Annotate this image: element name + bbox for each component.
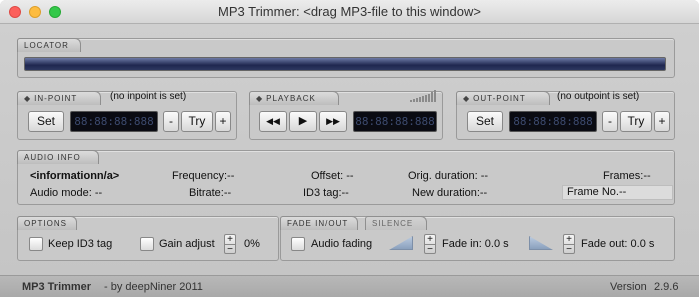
fade-out-label: Fade out: 0.0 s: [581, 238, 655, 250]
info-value: <informationn/a>: [30, 170, 120, 182]
in-point-panel: ◆ IN-POINT (no inpoint is set) Set 88:88:…: [17, 91, 237, 140]
silence-tab[interactable]: SILENCE: [365, 216, 427, 230]
keep-id3-label: Keep ID3 tag: [48, 238, 113, 250]
playback-panel: ◆ PLAYBACK ◀◀ ▶ ▶▶ 88:88:88:888: [249, 90, 443, 140]
fade-panel: FADE IN/OUT SILENCE Audio fading + − Fad…: [280, 216, 675, 261]
audio-info-panel: AUDIO INFO <informationn/a> Audio mode: …: [17, 150, 675, 205]
stepper-minus[interactable]: −: [564, 244, 574, 255]
frequency-label: Frequency:--: [172, 170, 235, 182]
offset-label: Offset: --: [311, 170, 354, 182]
frame-no-field[interactable]: Frame No.--: [562, 185, 673, 200]
fade-out-stepper[interactable]: + −: [563, 234, 575, 255]
locator-tab: LOCATOR: [17, 38, 81, 52]
bitrate-label: Bitrate:--: [189, 187, 232, 199]
out-point-plus-button[interactable]: +: [654, 111, 670, 132]
stepper-plus[interactable]: +: [564, 235, 574, 245]
audio-mode-label: Audio mode: --: [30, 187, 103, 199]
orig-duration-label: Orig. duration: --: [408, 170, 489, 182]
volume-bars-icon: [410, 90, 438, 102]
out-point-try-button[interactable]: Try: [620, 111, 652, 132]
diamond-icon: ◆: [463, 94, 471, 103]
keep-id3-checkbox[interactable]: [29, 237, 43, 251]
gain-value: 0%: [244, 238, 260, 250]
in-point-tab: ◆ IN-POINT: [17, 91, 101, 105]
window-title: MP3 Trimmer: <drag MP3-file to this wind…: [218, 4, 481, 19]
title-bar: MP3 Trimmer: <drag MP3-file to this wind…: [0, 0, 699, 24]
play-button[interactable]: ▶: [289, 111, 317, 132]
out-point-status: (no outpoint is set): [557, 91, 640, 102]
out-point-set-button[interactable]: Set: [467, 111, 503, 132]
audio-fading-label: Audio fading: [311, 238, 373, 250]
fade-in-out-tab[interactable]: FADE IN/OUT: [280, 216, 358, 230]
audio-fading-checkbox[interactable]: [291, 237, 305, 251]
fade-in-label: Fade in: 0.0 s: [442, 238, 509, 250]
playback-time-display: 88:88:88:888: [353, 111, 437, 132]
options-tab: OPTIONS: [17, 216, 77, 230]
out-point-time-display: 88:88:88:888: [509, 111, 597, 132]
audio-info-tab: AUDIO INFO: [17, 150, 99, 164]
footer-version: 2.9.6: [654, 281, 679, 293]
out-point-panel: ◆ OUT-POINT (no outpoint is set) Set 88:8…: [456, 91, 675, 140]
stepper-plus[interactable]: +: [425, 235, 435, 245]
in-point-plus-button[interactable]: +: [215, 111, 231, 132]
out-point-minus-button[interactable]: -: [602, 111, 618, 132]
gain-adjust-checkbox[interactable]: [140, 237, 154, 251]
footer-version-label: Version: [610, 281, 647, 293]
diamond-icon: ◆: [256, 94, 264, 103]
in-point-minus-button[interactable]: -: [163, 111, 179, 132]
fade-in-stepper[interactable]: + −: [424, 234, 436, 255]
id3-tag-label: ID3 tag:--: [303, 187, 349, 199]
stepper-minus[interactable]: −: [425, 244, 435, 255]
fade-out-shape-icon: [529, 236, 553, 250]
frame-no-label: Frame No.--: [567, 186, 627, 198]
fade-in-shape-icon: [389, 236, 413, 250]
playback-tab: ◆ PLAYBACK: [249, 91, 339, 105]
rewind-icon: ◀◀: [266, 116, 280, 126]
footer-app-name: MP3 Trimmer: [22, 281, 92, 293]
diamond-icon: ◆: [24, 94, 32, 103]
fast-forward-icon: ▶▶: [326, 116, 340, 126]
footer-credit: - by deepNiner 2011: [104, 281, 203, 293]
in-point-try-button[interactable]: Try: [181, 111, 213, 132]
play-icon: ▶: [298, 115, 308, 127]
in-point-time-display: 88:88:88:888: [70, 111, 158, 132]
new-duration-label: New duration:--: [412, 187, 488, 199]
fast-forward-button[interactable]: ▶▶: [319, 111, 347, 132]
stepper-plus[interactable]: +: [225, 235, 235, 245]
footer-bar: MP3 Trimmer - by deepNiner 2011 Version …: [0, 275, 699, 297]
gain-stepper[interactable]: + −: [224, 234, 236, 255]
in-point-set-button[interactable]: Set: [28, 111, 64, 132]
locator-panel: LOCATOR: [17, 38, 675, 78]
gain-adjust-label: Gain adjust: [159, 238, 215, 250]
out-point-tab: ◆ OUT-POINT: [456, 91, 550, 105]
locator-bar[interactable]: [24, 57, 666, 71]
options-panel: OPTIONS Keep ID3 tag Gain adjust + − 0%: [17, 216, 279, 261]
rewind-button[interactable]: ◀◀: [259, 111, 287, 132]
app-window: MP3 Trimmer: <drag MP3-file to this wind…: [0, 0, 699, 297]
frames-label: Frames:--: [603, 170, 651, 182]
in-point-status: (no inpoint is set): [110, 91, 187, 102]
main-content: LOCATOR ◆ IN-POINT (no inpoint is set) Se…: [0, 24, 699, 297]
stepper-minus[interactable]: −: [225, 244, 235, 255]
